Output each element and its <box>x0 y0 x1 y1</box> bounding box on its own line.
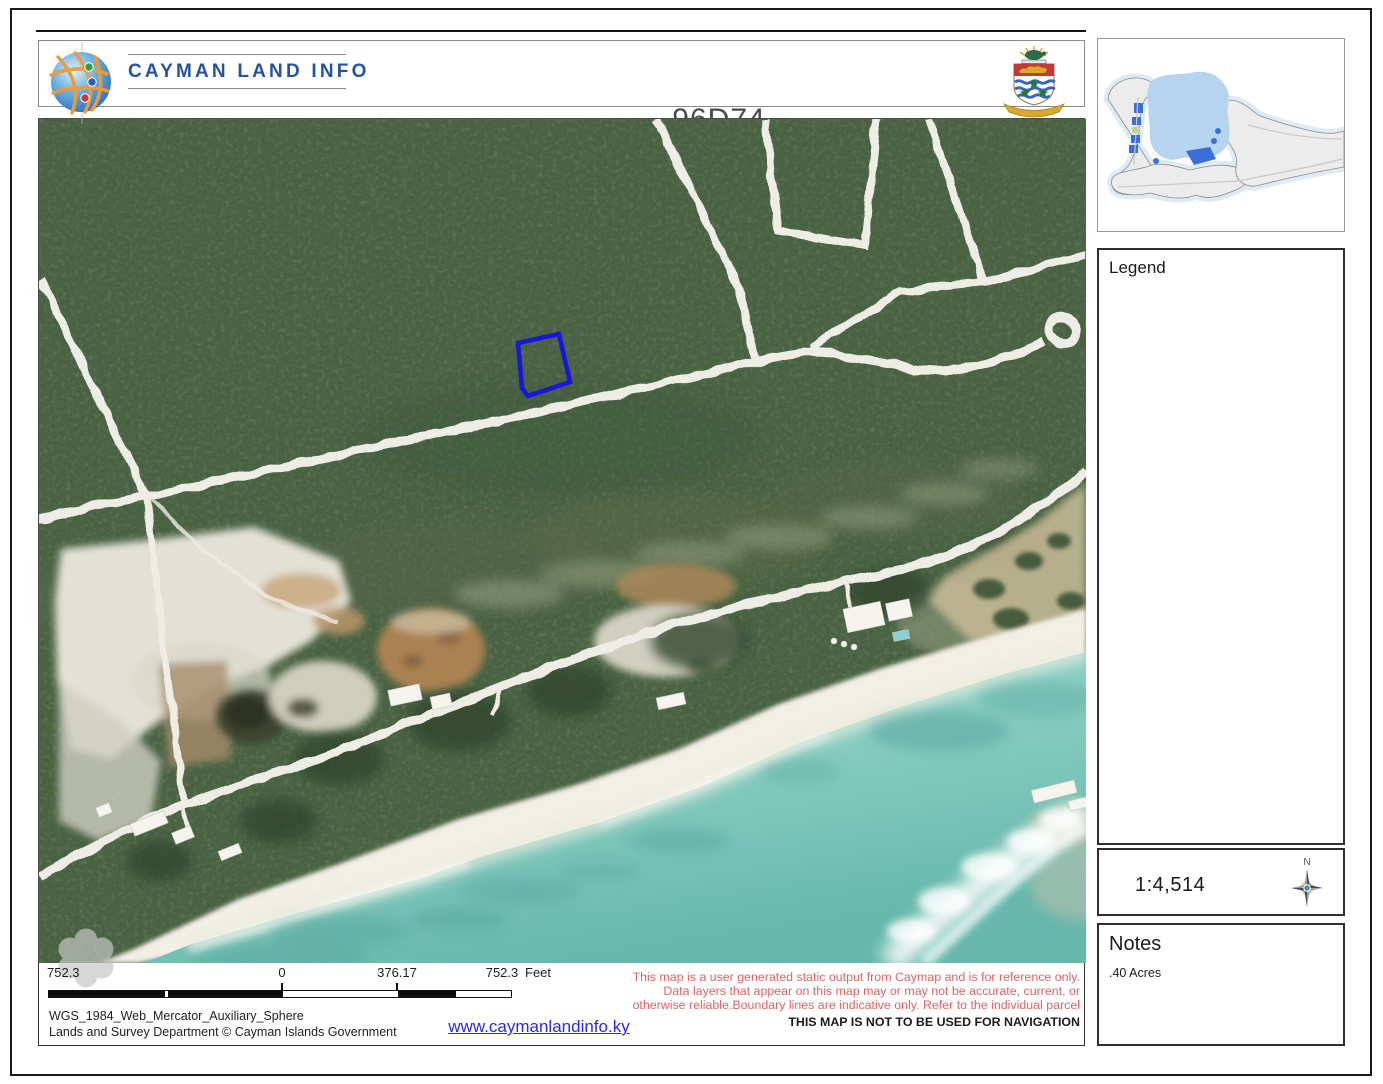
notes-title: Notes <box>1099 925 1343 956</box>
disclaimer-line: Data layers that appear on this map may … <box>633 984 1080 998</box>
notes-panel: Notes .40 Acres <box>1097 923 1345 1046</box>
aerial-map <box>38 118 1085 962</box>
scalebar-label-mid: 376.17 <box>377 965 417 980</box>
scalebar-segment <box>49 991 165 997</box>
legend-panel: Legend <box>1097 248 1345 845</box>
scalebar <box>48 990 512 998</box>
scalebar-tick <box>396 983 398 990</box>
scalebar-tick <box>281 983 283 990</box>
scalebar-label-right: 752.3 <box>486 965 519 980</box>
scalebar-unit: Feet <box>525 965 551 980</box>
globe-icon <box>44 42 122 124</box>
caymap-static-output-page: 96D74 CAYMAN LAND INFO <box>0 0 1383 1084</box>
disclaimer-text: This map is a user generated static outp… <box>633 970 1080 1029</box>
scale-panel: 1:4,514 N <box>1097 848 1345 916</box>
scalebar-label-left: 752.3 <box>47 965 80 980</box>
notes-text: .40 Acres <box>1099 956 1343 980</box>
cayman-land-info-logo: CAYMAN LAND INFO <box>128 54 346 89</box>
legend-title: Legend <box>1099 250 1343 278</box>
attribution-text: Lands and Survey Department © Cayman Isl… <box>49 1025 397 1039</box>
projection-text: WGS_1984_Web_Mercator_Auxiliary_Sphere <box>49 1009 304 1023</box>
north-arrow-icon: N <box>1287 854 1327 910</box>
scalebar-segment <box>168 991 283 997</box>
logo-title: CAYMAN LAND INFO <box>128 55 346 88</box>
website-link[interactable]: www.caymanlandinfo.ky <box>448 1017 629 1036</box>
coat-of-arms-icon <box>992 42 1076 120</box>
scalebar-segment <box>398 991 456 997</box>
disclaimer-line: This map is a user generated static outp… <box>633 970 1080 984</box>
overview-inset-map <box>1097 38 1345 232</box>
scale-ratio: 1:4,514 <box>1135 874 1205 897</box>
disclaimer-line: otherwise reliable.Boundary lines are in… <box>633 998 1080 1012</box>
grand-cayman-inset <box>1098 39 1344 231</box>
logo-rule-bottom <box>128 88 346 89</box>
footer-panel: 752.3 0 376.17 752.3 Feet WGS_1984_Web_M… <box>38 962 1085 1046</box>
navigation-warning: THIS MAP IS NOT TO BE USED FOR NAVIGATIO… <box>633 1015 1080 1029</box>
flower-watermark-icon <box>46 926 126 990</box>
compass-north-label: N <box>1303 857 1310 868</box>
scalebar-label-zero: 0 <box>278 965 285 980</box>
aerial-imagery <box>39 119 1086 963</box>
